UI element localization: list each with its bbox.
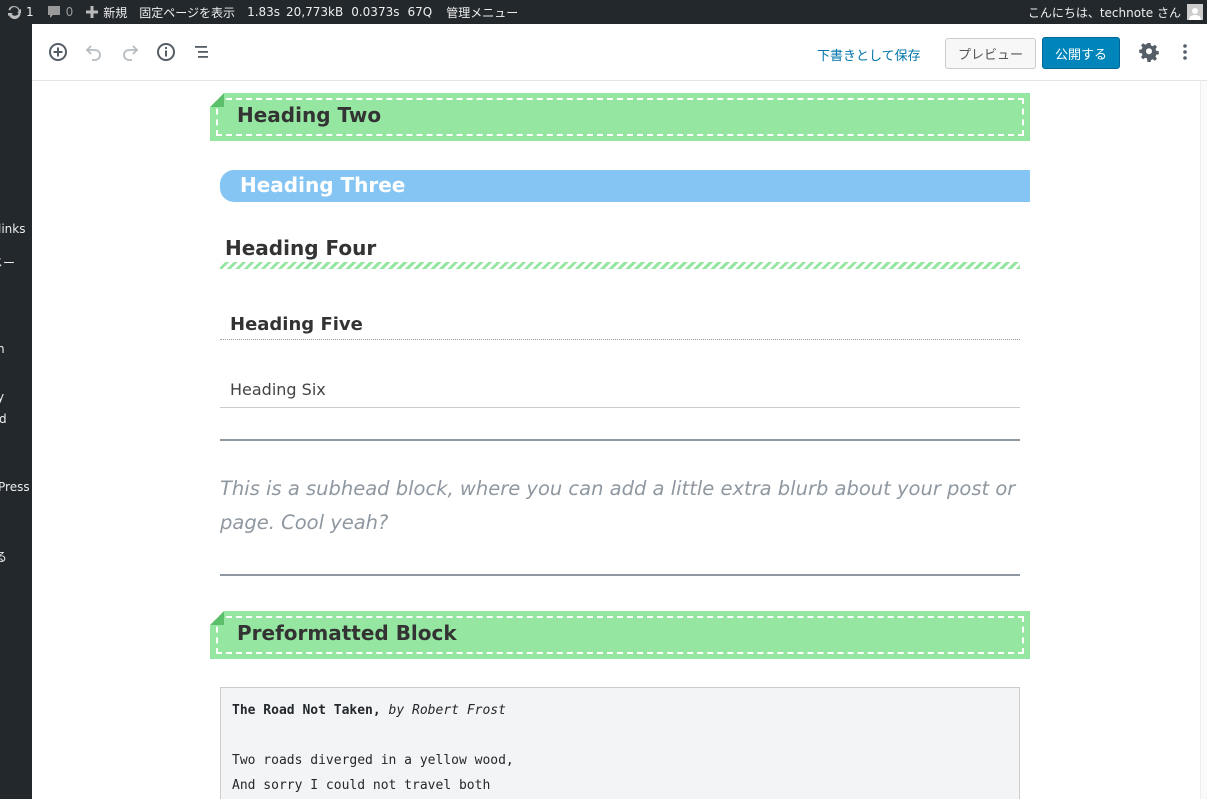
heading-four-stripe	[220, 262, 1020, 269]
sidebar-item-menu[interactable]: メー	[0, 254, 15, 271]
pre-line: Two roads diverged in a yellow wood,	[232, 753, 514, 768]
admin-sidebar: links メー n y d Press る	[0, 24, 32, 799]
admin-bar: 1 0 新規 固定ページを表示 1.83s 20,773kB 0.0373s 6…	[0, 0, 1207, 24]
perf-time[interactable]: 1.83s	[241, 0, 282, 24]
save-draft-button[interactable]: 下書きとして保存	[817, 45, 921, 64]
heading-five-block[interactable]: Heading Five	[220, 312, 1020, 340]
info-icon[interactable]	[154, 40, 178, 64]
pre-title: The Road Not Taken,	[232, 703, 381, 718]
updates-item[interactable]: 1	[0, 0, 40, 24]
avatar	[1187, 4, 1203, 20]
comments-item[interactable]: 0	[40, 0, 80, 24]
new-content-item[interactable]: 新規	[79, 0, 133, 24]
heading-four-text[interactable]: Heading Four	[225, 236, 376, 260]
subhead-block[interactable]: This is a subhead block, where you can a…	[220, 472, 1020, 540]
heading-five-text[interactable]: Heading Five	[230, 314, 363, 335]
preformatted-block[interactable]: The Road Not Taken, by Robert Frost Two …	[220, 687, 1020, 799]
updates-count: 1	[26, 5, 34, 19]
plus-icon	[85, 5, 99, 19]
sidebar-item-n[interactable]: n	[0, 342, 5, 356]
heading-two-text[interactable]: Heading Two	[237, 103, 381, 127]
separator-bottom[interactable]	[220, 574, 1020, 576]
perf-time-value: 1.83s	[247, 5, 281, 19]
heading-three-block[interactable]: Heading Three	[220, 170, 1030, 202]
new-label: 新規	[103, 5, 128, 20]
perf-query-time-value: 0.0373s	[351, 5, 400, 19]
sidebar-item-ru[interactable]: る	[0, 548, 7, 565]
redo-icon[interactable]	[118, 40, 142, 64]
heading-six-block[interactable]: Heading Six	[220, 376, 1020, 408]
settings-gear-icon[interactable]	[1137, 40, 1161, 64]
publish-button[interactable]: 公開する	[1042, 37, 1120, 69]
heading-corner-cut	[210, 93, 224, 107]
comment-icon	[46, 4, 62, 20]
perf-query-time[interactable]: 0.0373s	[347, 0, 403, 24]
sidebar-item-y[interactable]: y	[0, 390, 4, 404]
pre-title-line: The Road Not Taken, by Robert Frost	[232, 703, 506, 718]
greeting: こんにちは、technote さん	[1027, 5, 1181, 20]
sidebar-item-d[interactable]: d	[0, 412, 7, 426]
view-page-label: 固定ページを表示	[139, 5, 236, 20]
perf-memory-value: 20,773kB	[286, 5, 344, 19]
perf-queries-value: 67Q	[407, 5, 433, 19]
preview-button[interactable]: プレビュー	[945, 38, 1036, 69]
preformatted-heading-block[interactable]: Preformatted Block	[210, 611, 1030, 659]
editor-header: 下書きとして保存 プレビュー 公開する	[32, 24, 1207, 81]
perf-memory[interactable]: 20,773kB	[282, 0, 347, 24]
heading-two-block[interactable]: Heading Two	[210, 93, 1030, 141]
add-block-icon[interactable]	[46, 40, 70, 64]
sidebar-item-press[interactable]: Press	[0, 480, 30, 494]
my-account[interactable]: こんにちは、technote さん	[1028, 0, 1203, 24]
heading-three-text[interactable]: Heading Three	[240, 173, 405, 197]
preformatted-heading-text[interactable]: Preformatted Block	[237, 621, 457, 645]
heading-four-block[interactable]: Heading Four	[220, 234, 1020, 270]
editor-content: Heading Two Heading Three Heading Four H…	[32, 82, 1200, 799]
perf-queries[interactable]: 67Q	[403, 0, 436, 24]
admin-menu-label: 管理メニュー	[446, 5, 519, 20]
pre-author: by Robert Frost	[388, 703, 506, 718]
pre-line: And sorry I could not travel both	[232, 778, 491, 793]
refresh-icon	[6, 4, 22, 20]
comments-count: 0	[65, 5, 74, 19]
heading-corner-cut	[210, 611, 224, 625]
heading-six-text[interactable]: Heading Six	[230, 380, 326, 399]
block-navigation-icon[interactable]	[190, 40, 214, 64]
view-page-link[interactable]: 固定ページを表示	[133, 0, 241, 24]
separator-top[interactable]	[220, 439, 1020, 441]
scrollbar-track[interactable]	[1200, 81, 1207, 799]
more-options-icon[interactable]	[1173, 40, 1197, 64]
admin-menu-link[interactable]: 管理メニュー	[436, 0, 524, 24]
undo-icon[interactable]	[82, 40, 106, 64]
sidebar-item-links[interactable]: links	[0, 222, 25, 236]
